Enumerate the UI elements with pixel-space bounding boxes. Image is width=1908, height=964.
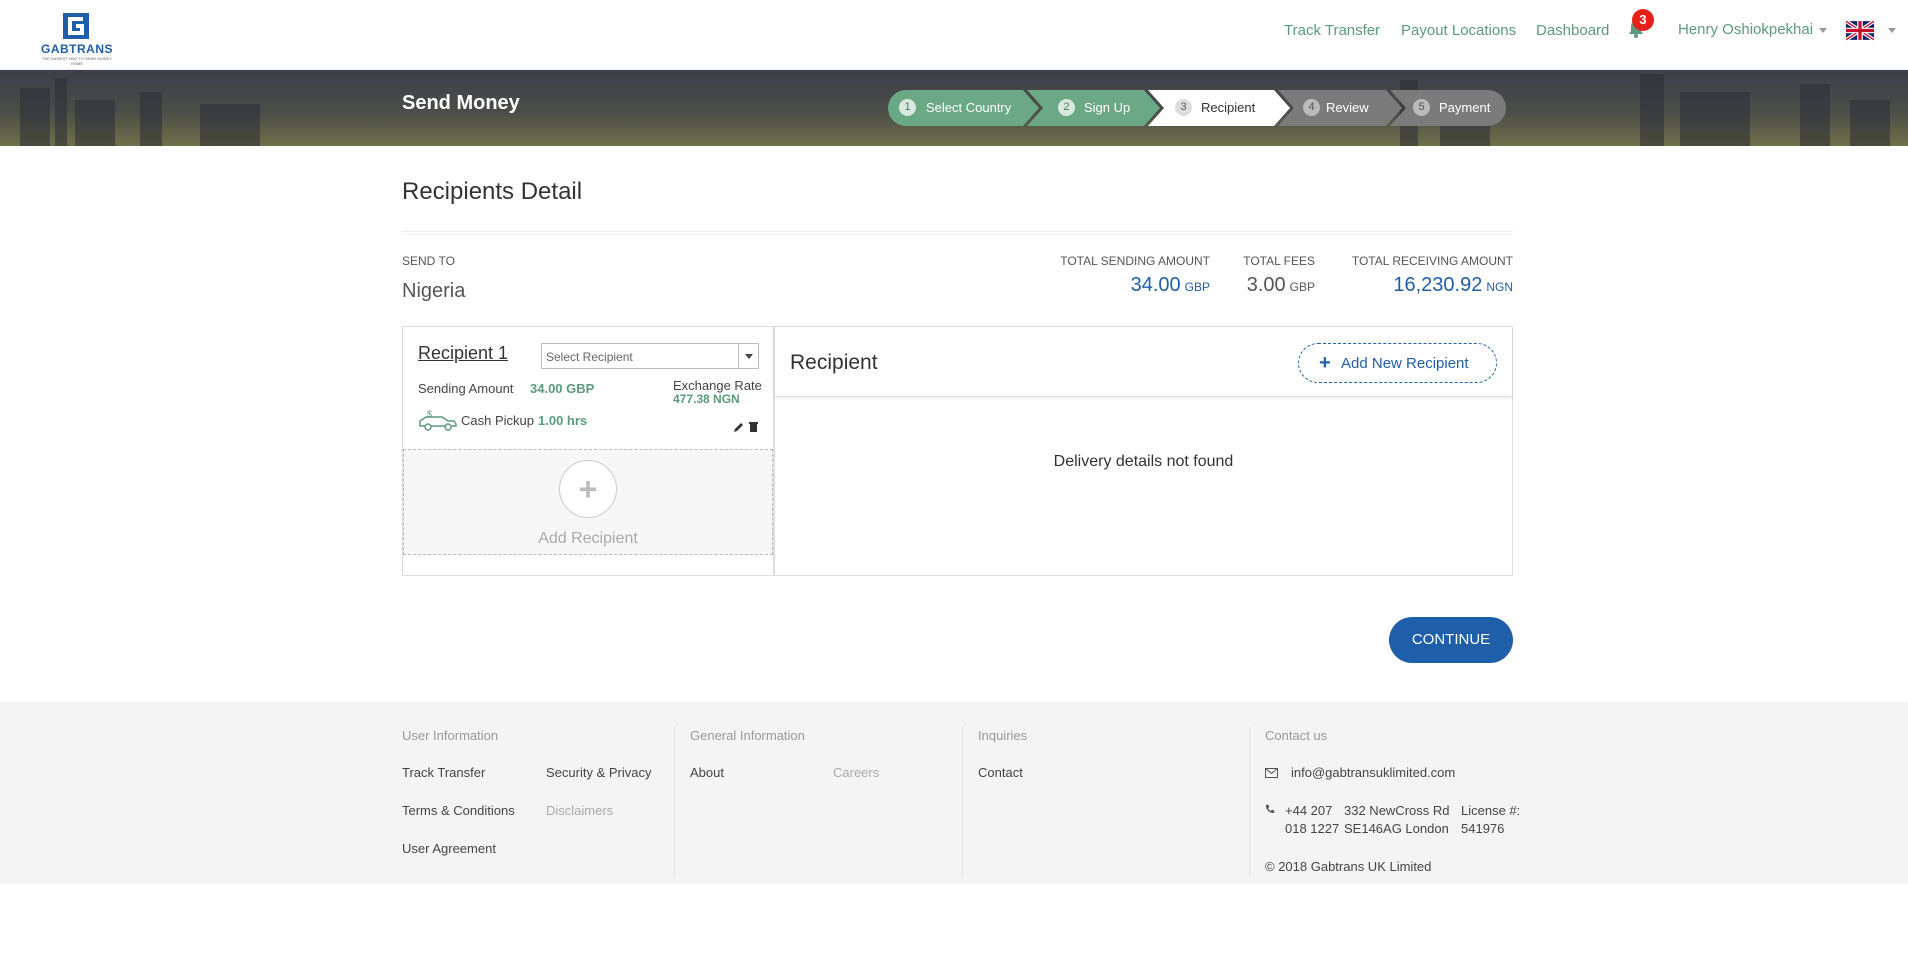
- total-sending-label: TOTAL SENDING AMOUNT: [1060, 254, 1210, 268]
- total-sending-currency: GBP: [1184, 280, 1210, 294]
- select-recipient-dropdown[interactable]: Select Recipient: [541, 343, 759, 369]
- logo-mark-icon: [63, 13, 89, 39]
- step-number: 2: [1058, 99, 1075, 116]
- plus-icon: +: [559, 460, 617, 518]
- footer-link-contact[interactable]: Contact: [978, 765, 1023, 780]
- footer-heading-user-info: User Information: [402, 728, 499, 743]
- contact-address-line2: SE146AG London: [1344, 821, 1449, 836]
- page-title: Recipients Detail: [402, 178, 583, 205]
- top-navbar: GABTRANS THE EASIEST WAY TO SEND MONEY H…: [0, 0, 1908, 70]
- total-fees-value: 3.00: [1246, 274, 1286, 296]
- chevron-down-icon[interactable]: [738, 344, 758, 368]
- footer-divider: [674, 726, 675, 876]
- user-menu[interactable]: Henry Oshiokpekhai: [1678, 21, 1828, 38]
- total-receiving-label: TOTAL RECEIVING AMOUNT: [1351, 254, 1513, 268]
- footer-link-security-privacy[interactable]: Security & Privacy: [546, 765, 651, 780]
- footer-link-careers[interactable]: Careers: [833, 765, 879, 780]
- footer-heading-inquiries: Inquiries: [978, 728, 1028, 743]
- plus-icon: +: [1319, 352, 1331, 374]
- notification-badge[interactable]: 3: [1632, 9, 1654, 31]
- recipient-panel-header: Recipient + Add New Recipient: [775, 327, 1512, 397]
- step-label: Payment: [1439, 100, 1491, 115]
- total-fees: TOTAL FEES 3.00 GBP: [1226, 254, 1315, 297]
- recipient-panel: Recipient + Add New Recipient Delivery d…: [774, 326, 1513, 576]
- contact-email[interactable]: info@gabtransuklimited.com: [1291, 765, 1455, 780]
- delivery-method: Cash Pickup: [461, 413, 534, 428]
- svg-text:$: $: [427, 409, 432, 419]
- total-sending-value: 34.00: [1130, 274, 1181, 296]
- sending-amount-value: 34.00 GBP: [530, 381, 595, 396]
- recipient-1-title[interactable]: Recipient 1: [418, 343, 508, 364]
- gabtrans-logo[interactable]: GABTRANS THE EASIEST WAY TO SEND MONEY H…: [36, 12, 118, 66]
- send-to-country: Nigeria: [402, 280, 466, 302]
- footer-divider: [962, 726, 963, 876]
- contact-phone-line2: 018 1227: [1285, 821, 1340, 836]
- envelope-icon: [1265, 768, 1278, 778]
- exchange-rate-label: Exchange Rate: [673, 378, 762, 393]
- total-fees-currency: GBP: [1289, 280, 1315, 294]
- recipient-panel-title: Recipient: [790, 351, 878, 374]
- sending-amount-label: Sending Amount: [418, 381, 514, 396]
- exchange-rate-value: 477.38 NGN: [673, 392, 740, 406]
- delete-trash-icon[interactable]: [748, 421, 759, 433]
- recipient-card: Recipient 1 Select Recipient Sending Amo…: [402, 326, 774, 576]
- step-label: Review: [1326, 100, 1369, 115]
- delivery-time: 1.00 hrs: [538, 413, 588, 428]
- divider: [402, 231, 1513, 235]
- user-name: Henry Oshiokpekhai: [1678, 21, 1814, 38]
- step-label: Select Country: [926, 100, 1012, 115]
- contact-phone-line1: +44 207: [1285, 803, 1333, 818]
- footer-divider: [1249, 726, 1250, 876]
- total-receiving-currency: NGN: [1486, 280, 1513, 294]
- total-fees-label: TOTAL FEES: [1243, 254, 1315, 268]
- step-number: 5: [1413, 99, 1430, 116]
- logo-tagline: THE EASIEST WAY TO SEND MONEY HOME: [41, 56, 113, 66]
- language-chevron-icon[interactable]: [1888, 28, 1896, 33]
- step-label: Recipient: [1201, 100, 1256, 115]
- footer-link-about[interactable]: About: [690, 765, 724, 780]
- send-money-banner: Send Money 1 Select Country 2 Sign Up 3 …: [0, 70, 1908, 146]
- nav-track-transfer[interactable]: Track Transfer: [1284, 22, 1380, 39]
- step-number: 1: [899, 99, 916, 116]
- footer-link-user-agreement[interactable]: User Agreement: [402, 841, 496, 856]
- footer-link-disclaimers[interactable]: Disclaimers: [546, 803, 613, 818]
- add-recipient-button[interactable]: + Add Recipient: [403, 449, 773, 555]
- contact-address-line1: 332 NewCross Rd: [1344, 803, 1450, 818]
- step-number: 3: [1175, 99, 1192, 116]
- uk-flag-icon[interactable]: [1846, 20, 1874, 41]
- footer-link-track-transfer[interactable]: Track Transfer: [402, 765, 485, 780]
- add-new-recipient-button[interactable]: + Add New Recipient: [1298, 343, 1497, 383]
- phone-icon: [1266, 804, 1275, 813]
- total-receiving-value: 16,230.92: [1393, 274, 1483, 296]
- contact-license-number: 541976: [1461, 821, 1505, 836]
- empty-state-message: Delivery details not found: [1053, 453, 1234, 470]
- logo-text: GABTRANS: [41, 42, 113, 56]
- cash-pickup-car-icon: $: [419, 409, 457, 431]
- copyright: © 2018 Gabtrans UK Limited: [1265, 859, 1432, 874]
- banner-title: Send Money: [402, 92, 520, 114]
- add-recipient-label: Add Recipient: [538, 530, 638, 547]
- contact-license-label: License #:: [1461, 803, 1521, 818]
- add-new-recipient-label: Add New Recipient: [1341, 355, 1469, 372]
- footer-link-terms[interactable]: Terms & Conditions: [402, 803, 515, 818]
- step-number: 4: [1303, 99, 1320, 116]
- footer-heading-general-info: General Information: [690, 728, 805, 743]
- total-sending: TOTAL SENDING AMOUNT 34.00 GBP: [1040, 254, 1210, 297]
- select-recipient-placeholder: Select Recipient: [546, 350, 633, 364]
- nav-dashboard[interactable]: Dashboard: [1536, 22, 1609, 39]
- step-label: Sign Up: [1084, 100, 1131, 115]
- edit-pencil-icon[interactable]: [733, 421, 745, 433]
- nav-payout-locations[interactable]: Payout Locations: [1401, 22, 1516, 39]
- send-to-label: SEND TO: [402, 254, 455, 268]
- chevron-down-icon: [1819, 27, 1828, 33]
- total-receiving: TOTAL RECEIVING AMOUNT 16,230.92 NGN: [1333, 254, 1513, 297]
- continue-button[interactable]: CONTINUE: [1389, 617, 1513, 663]
- footer-heading-contact: Contact us: [1265, 728, 1328, 743]
- footer: User Information Track Transfer Security…: [0, 702, 1908, 884]
